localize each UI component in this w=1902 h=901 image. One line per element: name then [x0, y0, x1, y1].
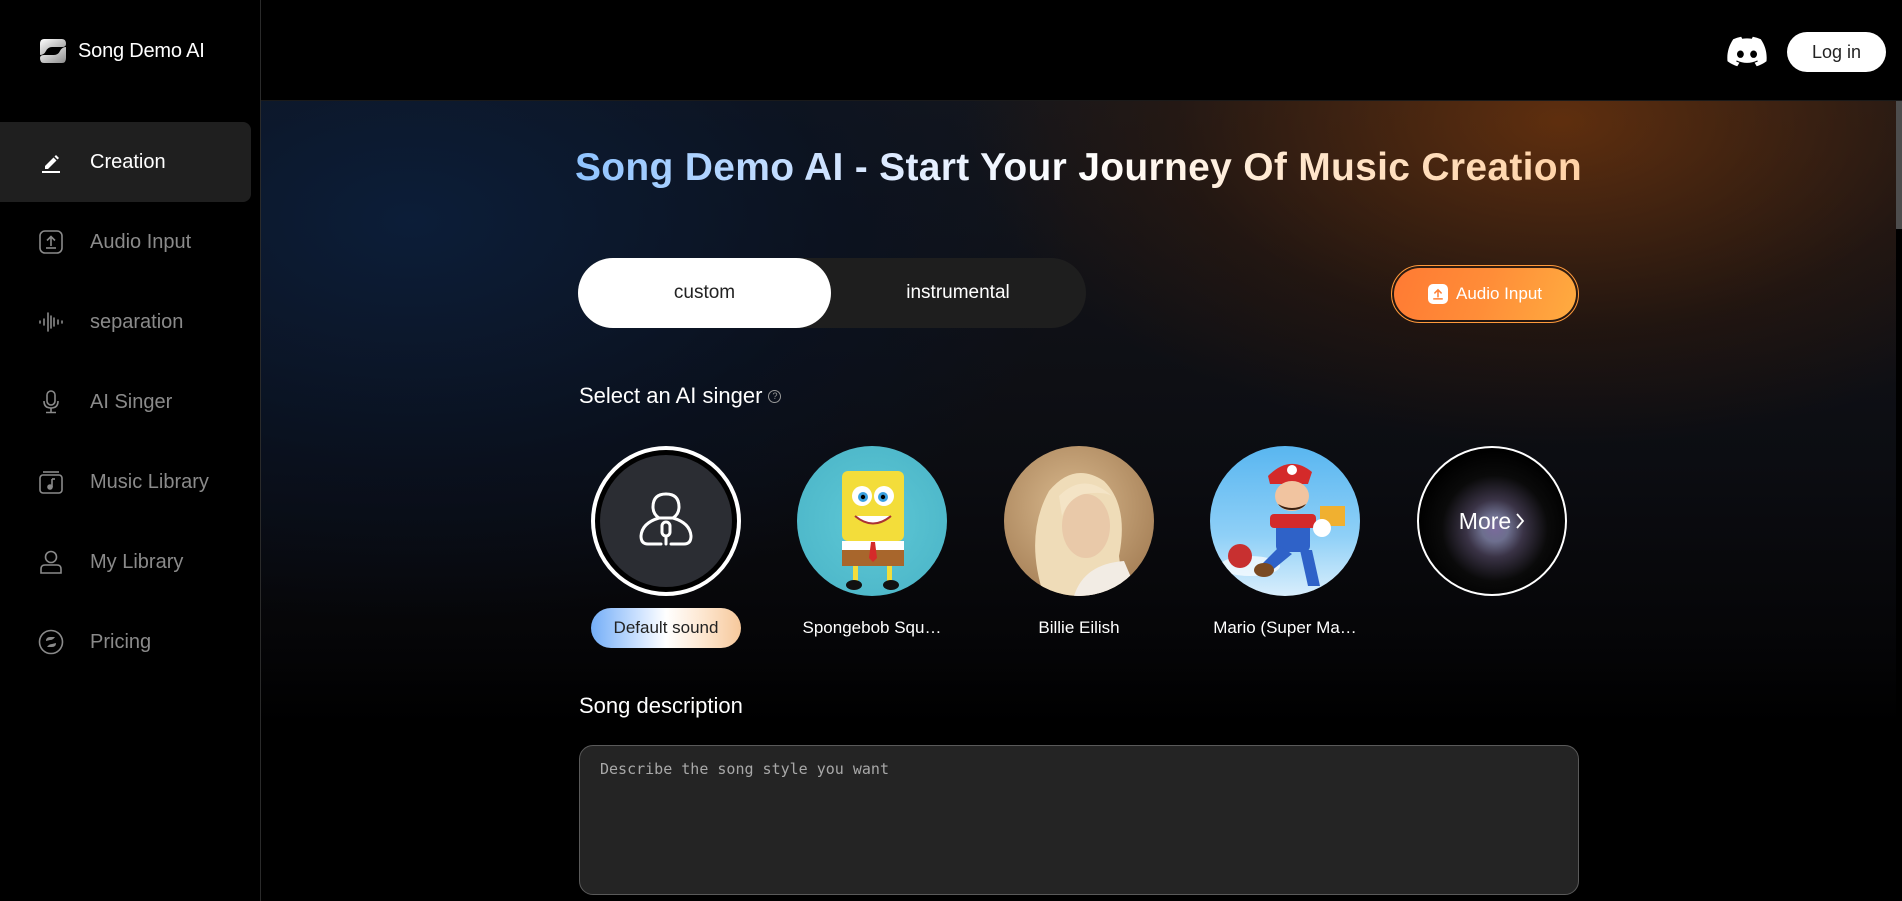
- singer-billie-eilish[interactable]: Billie Eilish: [1004, 446, 1154, 638]
- more-label-text: More: [1458, 507, 1512, 534]
- singer-spongebob[interactable]: Spongebob Squ…: [797, 446, 947, 638]
- page-scrollbar[interactable]: [1896, 101, 1902, 901]
- audio-input-button-body: Audio Input: [1394, 268, 1576, 320]
- spongebob-avatar-image: [842, 471, 904, 590]
- discord-icon[interactable]: [1727, 36, 1767, 68]
- singer-default[interactable]: Default sound: [591, 446, 741, 648]
- singer-name: Billie Eilish: [1038, 618, 1120, 637]
- sidebar-item-label: Creation: [90, 150, 166, 173]
- sidebar-item-pricing[interactable]: Pricing: [0, 602, 251, 682]
- scrollbar-thumb[interactable]: [1896, 101, 1902, 229]
- sidebar: Song Demo AI Creation Audio Input separa…: [0, 0, 261, 901]
- brand-name: Song Demo AI: [78, 39, 205, 62]
- waveform-icon: [38, 309, 64, 335]
- sidebar-item-label: Pricing: [90, 630, 152, 653]
- default-voice-icon: [639, 492, 693, 546]
- page-title-text: Song Demo AI - Start Your Journey Of Mus…: [574, 146, 1583, 189]
- billie-eilish-avatar-image: [1035, 473, 1139, 596]
- tab-custom[interactable]: custom: [578, 258, 831, 328]
- page-title: Song Demo AI - Start Your Journey Of Mus…: [261, 146, 1896, 190]
- singer-mario[interactable]: Mario (Super Ma…: [1210, 446, 1360, 638]
- sidebar-item-separation[interactable]: separation: [0, 282, 251, 362]
- sidebar-item-audio-input[interactable]: Audio Input: [0, 202, 251, 282]
- song-description-input[interactable]: [579, 745, 1579, 895]
- tab-instrumental[interactable]: instrumental: [831, 258, 1085, 328]
- top-header: Log in: [261, 0, 1902, 101]
- description-section-label: Song description: [579, 693, 743, 719]
- upload-icon: [1427, 284, 1448, 304]
- audio-input-button[interactable]: Audio Input: [1391, 265, 1579, 323]
- sidebar-item-ai-singer[interactable]: AI Singer: [0, 362, 251, 442]
- user-icon: [38, 549, 64, 575]
- default-voice-avatar: [600, 455, 732, 587]
- sidebar-item-label: Audio Input: [90, 230, 192, 253]
- music-folder-icon: [38, 469, 64, 495]
- sidebar-nav: Creation Audio Input separation AI Singe…: [0, 122, 251, 682]
- microphone-icon: [38, 389, 64, 415]
- coin-icon: [38, 629, 64, 655]
- sidebar-item-my-library[interactable]: My Library: [0, 522, 251, 602]
- description-label-text: Song description: [579, 693, 743, 718]
- singer-avatar: [797, 446, 947, 596]
- singer-section-label-text: Select an AI singer: [579, 383, 763, 408]
- song-demo-logo-icon: [40, 39, 66, 63]
- chevron-right-icon: [1516, 513, 1525, 529]
- audio-input-label: Audio Input: [1455, 284, 1542, 303]
- singer-section-label: Select an AI singer ?: [579, 383, 782, 409]
- creation-panel: Song Demo AI - Start Your Journey Of Mus…: [261, 101, 1896, 901]
- more-singers-avatar: More: [1417, 446, 1567, 596]
- singer-name: Spongebob Squ…: [802, 618, 942, 637]
- help-icon[interactable]: ?: [768, 389, 782, 403]
- singer-avatar: [1210, 446, 1360, 596]
- singer-list: Default sound Spongebob Squ… Billie Eili…: [261, 446, 1896, 648]
- more-label: More: [1459, 508, 1525, 535]
- upload-icon: [38, 229, 64, 255]
- singer-name: Mario (Super Ma…: [1213, 618, 1357, 637]
- sidebar-item-music-library[interactable]: Music Library: [0, 442, 251, 522]
- sidebar-item-creation[interactable]: Creation: [0, 122, 251, 202]
- singer-avatar: [1004, 446, 1154, 596]
- mario-avatar-image: [1220, 463, 1345, 586]
- sidebar-item-label: My Library: [90, 550, 184, 573]
- sidebar-item-label: separation: [90, 310, 184, 333]
- pencil-icon: [38, 149, 64, 175]
- more-singers-button[interactable]: More: [1417, 446, 1567, 596]
- sidebar-item-label: Music Library: [90, 470, 209, 493]
- brand[interactable]: Song Demo AI: [38, 36, 205, 66]
- sidebar-item-label: AI Singer: [90, 390, 173, 413]
- login-button[interactable]: Log in: [1787, 32, 1886, 72]
- singer-avatar: [591, 446, 741, 596]
- mode-toggle: custom instrumental: [578, 258, 1086, 328]
- singer-name-selected: Default sound: [591, 608, 741, 648]
